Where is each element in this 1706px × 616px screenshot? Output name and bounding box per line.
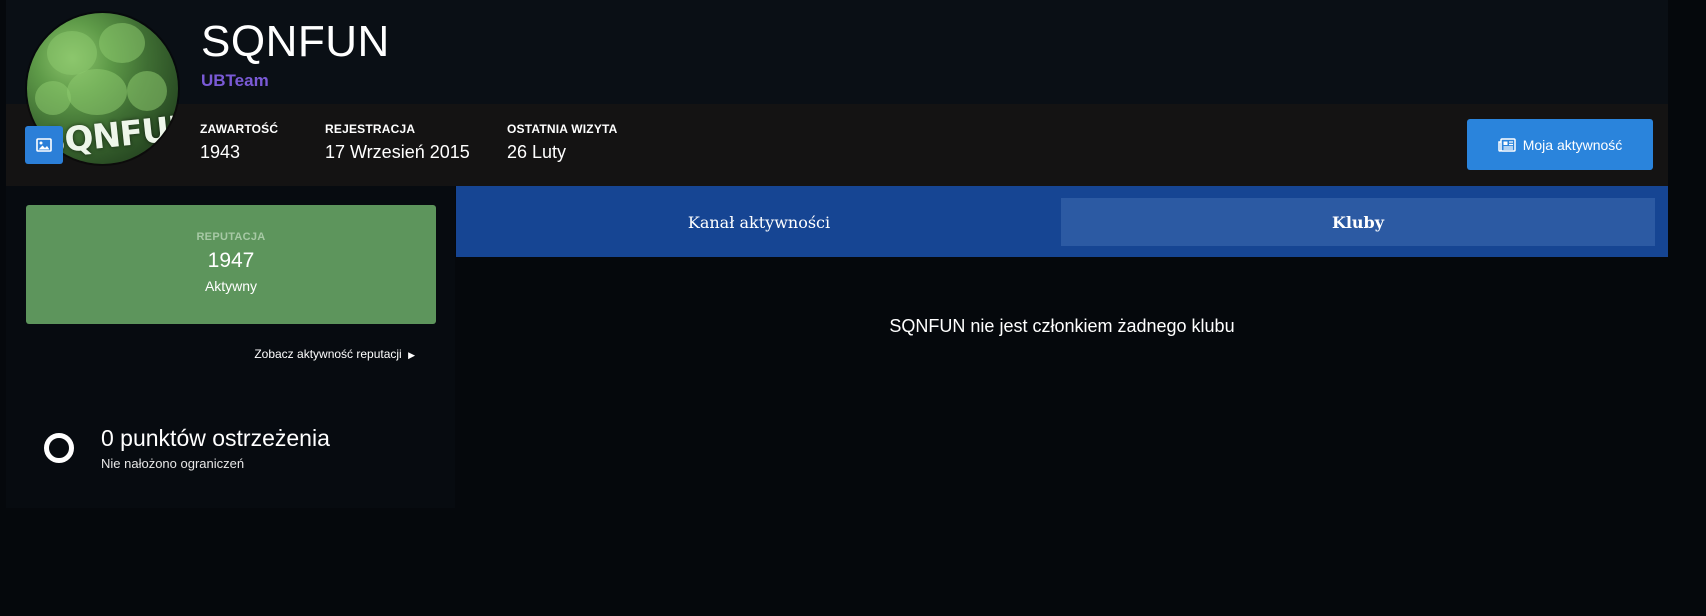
warning-points-icon bbox=[44, 433, 74, 463]
stat-value: 17 Wrzesień 2015 bbox=[325, 142, 470, 162]
stat-value: 26 Luty bbox=[507, 142, 567, 162]
stat-registration: REJESTRACJA 17 Wrzesień 2015 bbox=[325, 122, 470, 163]
profile-username: SQNFUN bbox=[201, 17, 390, 66]
profile-group[interactable]: UBTeam bbox=[201, 71, 269, 91]
caret-right-icon: ▶ bbox=[408, 350, 415, 360]
my-activity-button[interactable]: Moja aktywność bbox=[1467, 119, 1653, 170]
stat-label: REJESTRACJA bbox=[325, 122, 416, 136]
my-activity-label: Moja aktywność bbox=[1522, 136, 1623, 153]
reputation-link-label: Zobacz aktywność reputacji bbox=[254, 347, 402, 361]
reputation-activity-link[interactable]: Zobacz aktywność reputacji ▶ bbox=[254, 347, 415, 361]
reputation-box: REPUTACJA 1947 Aktywny bbox=[26, 205, 436, 324]
stat-value: 1943 bbox=[200, 142, 241, 162]
stat-label: OSTATNIA WIZYTA bbox=[507, 122, 618, 136]
reputation-label: REPUTACJA bbox=[196, 231, 266, 243]
stat-content: ZAWARTOŚĆ 1943 bbox=[200, 122, 278, 163]
change-avatar-button[interactable] bbox=[25, 126, 63, 164]
tab-activity-feed[interactable]: Kanał aktywności bbox=[456, 198, 1062, 246]
clubs-empty-message: SQNFUN nie jest członkiem żadnego klubu bbox=[889, 316, 1235, 336]
reputation-value: 1947 bbox=[207, 249, 255, 272]
newspaper-icon bbox=[1497, 137, 1516, 152]
profile-page: SQNFUN SQNFUN UBTeam ZAWARTOŚĆ 1943 REJE… bbox=[0, 0, 1706, 616]
stat-label: ZAWARTOŚĆ bbox=[200, 122, 279, 136]
image-icon bbox=[36, 138, 52, 152]
reputation-status: Aktywny bbox=[204, 278, 258, 294]
tab-clubs[interactable]: Kluby bbox=[1061, 198, 1655, 246]
profile-tabs: Kanał aktywności Kluby bbox=[456, 186, 1668, 257]
warning-restrictions: Nie nałożono ograniczeń bbox=[101, 456, 245, 471]
warning-points-title: 0 punktów ostrzeżenia bbox=[101, 425, 330, 451]
stat-last-visit: OSTATNIA WIZYTA 26 Luty bbox=[507, 122, 618, 163]
